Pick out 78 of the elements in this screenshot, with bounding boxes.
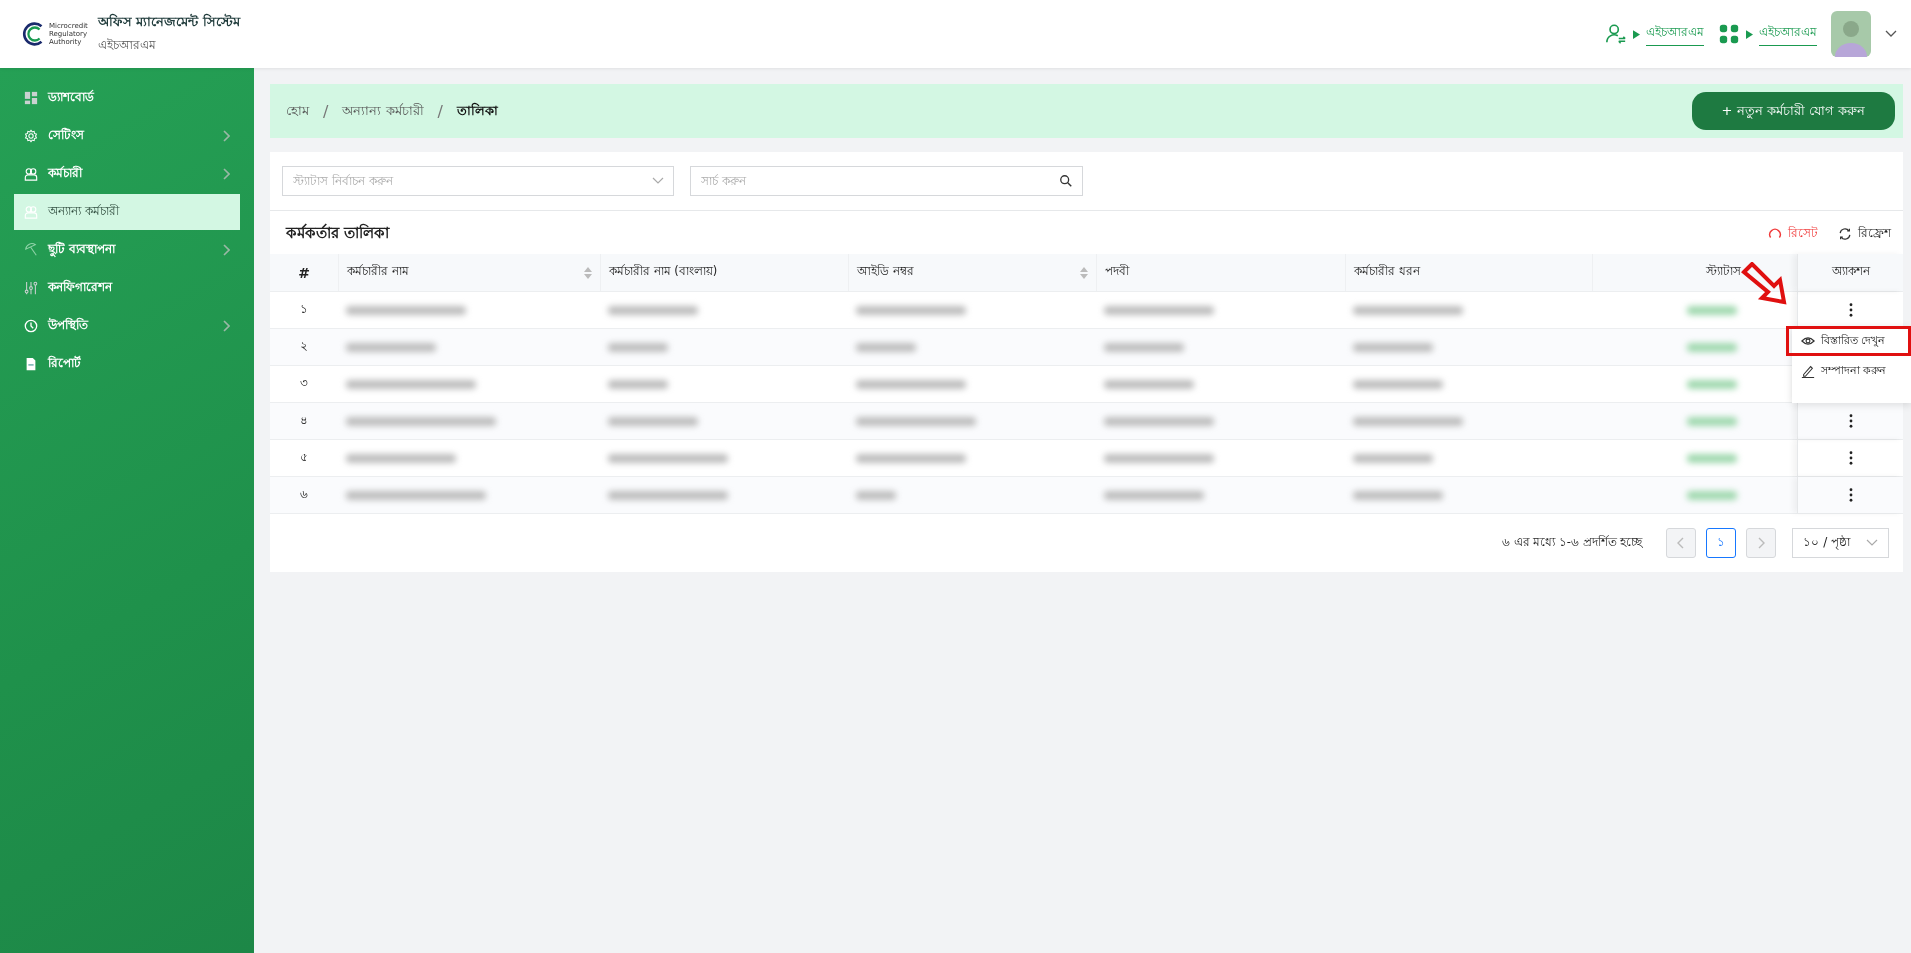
table-title: কর্মকর্তার তালিকা [286, 222, 390, 244]
sidebar-item[interactable]: উপস্থিতি [14, 308, 240, 344]
dashboard-icon [24, 91, 38, 105]
people-icon [24, 167, 38, 181]
module-link[interactable]: এইচআরএম [1646, 22, 1704, 46]
sidebar-item[interactable]: অন্যান্য কর্মচারী [14, 194, 240, 230]
reset-icon [1768, 226, 1782, 241]
breadcrumb-link[interactable]: হোম [286, 100, 309, 122]
menu-item[interactable]: বিস্তারিত দেখুন [1786, 326, 1911, 356]
clock-icon [24, 319, 38, 333]
column-header[interactable]: কর্মচারীর নাম [338, 254, 600, 291]
column-header: কর্মচারীর ধরন [1345, 254, 1592, 291]
module-link[interactable]: এইচআরএম [1759, 22, 1817, 46]
breadcrumb-separator: / [323, 101, 329, 121]
refresh-button[interactable]: রিফ্রেশ [1838, 223, 1891, 244]
menu-item[interactable]: সম্পাদনা করুন [1792, 356, 1911, 386]
user-switch-icon[interactable] [1605, 23, 1627, 45]
blurred-status [1687, 416, 1737, 426]
table-cell-text: ১ [299, 301, 309, 318]
more-options-icon[interactable] [1848, 451, 1853, 465]
grid-icon[interactable] [1718, 23, 1740, 45]
table-cell-text: ২ [299, 338, 309, 355]
app-title: অফিস ম্যানেজমেন্ট সিস্টেম [97, 12, 240, 31]
chevron-right-icon [1757, 537, 1766, 549]
column-header: পদবী [1096, 254, 1345, 291]
table-cell-text: ৫ [299, 449, 309, 466]
table-cell-text: ৩ [299, 375, 309, 392]
sidebar-item[interactable]: কনফিগারেশন [14, 270, 240, 306]
blurred-text [856, 342, 916, 352]
add-employee-button[interactable]: + নতুন কর্মচারী যোগ করুন [1691, 92, 1895, 130]
pagination-summary: ৬ এর মধ্যে ১-৬ প্রদর্শিত হচ্ছে [1501, 533, 1643, 551]
sidebar-item[interactable]: ড্যাশবোর্ড [14, 80, 240, 116]
settings-icon [24, 129, 38, 143]
refresh-icon [1838, 226, 1852, 241]
document-icon [24, 357, 38, 371]
column-header: # [297, 263, 311, 283]
blurred-text [608, 342, 668, 352]
sidebar-item[interactable]: কর্মচারী [14, 156, 240, 192]
triangle-icon [1633, 29, 1640, 39]
triangle-icon [1746, 29, 1753, 39]
page-size-select[interactable]: ১০ / পৃষ্ঠা [1792, 528, 1889, 558]
blurred-status [1687, 490, 1737, 500]
umbrella-icon [24, 243, 38, 257]
breadcrumb-current: তালিকা [456, 101, 498, 120]
chevron-down-icon [652, 177, 664, 185]
blurred-text [608, 379, 668, 389]
page-button[interactable]: ১ [1706, 528, 1737, 558]
blurred-status [1687, 453, 1737, 463]
breadcrumb-separator: / [437, 101, 443, 121]
column-header: স্ট্যাটাস [1592, 254, 1797, 291]
sidebar-item[interactable]: সেটিংস [14, 118, 240, 154]
blurred-text [856, 490, 896, 500]
more-options-icon[interactable] [1848, 488, 1853, 502]
sliders-icon [24, 281, 38, 295]
column-header: অ্যাকশন [1797, 254, 1903, 291]
search-field[interactable]: সার্চ করুন [690, 166, 1083, 196]
more-options-icon[interactable] [1848, 414, 1853, 428]
sidebar-item[interactable]: রিপোর্ট [14, 346, 240, 382]
blurred-status [1687, 305, 1737, 315]
chevron-down-icon[interactable] [1885, 30, 1897, 38]
breadcrumb-link[interactable]: অন্যান্য কর্মচারী [342, 100, 424, 122]
more-options-icon[interactable] [1848, 303, 1853, 317]
blurred-status [1687, 342, 1737, 352]
reset-button[interactable]: রিসেট [1768, 223, 1818, 244]
eye-icon [1801, 334, 1815, 348]
column-header[interactable]: আইডি নম্বর [848, 254, 1096, 291]
status-select[interactable]: স্ট্যাটাস নির্বাচন করুন [282, 166, 674, 196]
chevron-down-icon [1866, 539, 1878, 547]
column-header: কর্মচারীর নাম (বাংলায়) [600, 254, 848, 291]
people-icon [24, 205, 38, 219]
pencil-icon [1801, 364, 1815, 378]
chevron-left-icon [1677, 537, 1686, 549]
search-icon[interactable] [1059, 174, 1073, 188]
blurred-status [1687, 379, 1737, 389]
table-cell-text: ৬ [299, 486, 309, 503]
app-subtitle: এইচআরএম [97, 37, 157, 54]
sidebar-item[interactable]: ছুটি ব্যবস্থাপনা [14, 232, 240, 268]
table-cell-text: ৪ [299, 412, 309, 429]
